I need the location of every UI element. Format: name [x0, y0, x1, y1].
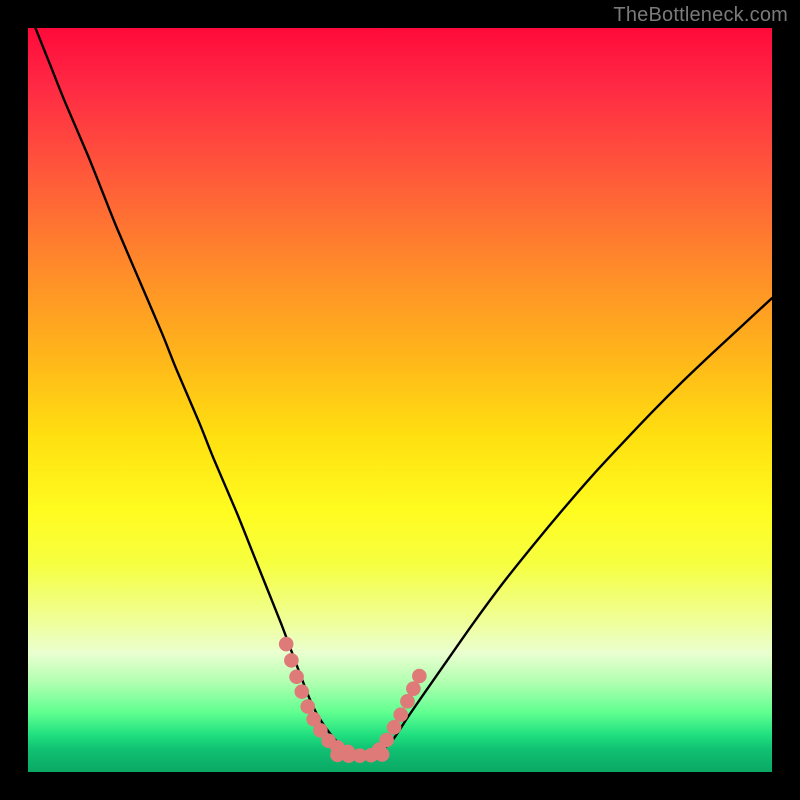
curve-marker: [387, 720, 402, 735]
marker-group-right: [372, 669, 427, 757]
curve-marker: [379, 733, 394, 748]
chart-frame: TheBottleneck.com: [0, 0, 800, 800]
curve-marker: [294, 684, 309, 699]
curve-marker: [279, 637, 294, 652]
chart-overlay: [28, 28, 772, 772]
curve-marker: [406, 681, 421, 696]
curve-marker: [289, 669, 304, 684]
curve-marker: [300, 699, 315, 714]
curve-marker: [412, 669, 427, 684]
bottleneck-curve: [35, 28, 772, 754]
curve-marker: [284, 653, 299, 668]
curve-marker: [400, 694, 415, 709]
marker-group-left: [279, 637, 355, 759]
watermark-text: TheBottleneck.com: [613, 4, 788, 27]
curve-marker: [393, 707, 408, 722]
